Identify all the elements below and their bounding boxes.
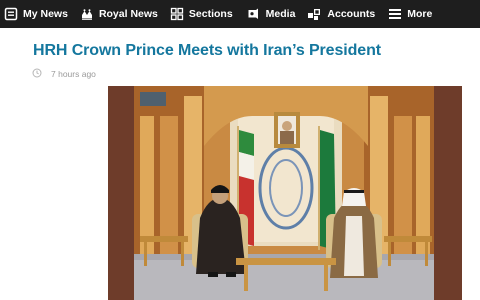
article-headline[interactable]: HRH Crown Prince Meets with Iran’s Presi… [33, 42, 381, 60]
top-navigation-bar: My News Royal News Sections Media Accoun… [0, 0, 480, 28]
article-photo[interactable] [108, 86, 462, 300]
nav-sections-label: Sections [188, 8, 233, 20]
nav-accounts[interactable]: Accounts [307, 0, 375, 28]
nav-media[interactable]: Media [247, 0, 296, 28]
article-meta: 7 hours ago [32, 68, 96, 80]
hamburger-menu-icon [388, 7, 402, 21]
media-icon [247, 7, 261, 21]
nav-more-label: More [407, 8, 433, 20]
royal-news-icon [80, 7, 94, 21]
nav-accounts-label: Accounts [327, 8, 376, 20]
accounts-icon [307, 7, 322, 22]
nav-my-news-label: My News [23, 8, 68, 20]
clock-icon [32, 68, 42, 80]
sections-grid-icon [170, 7, 184, 21]
article-timestamp: 7 hours ago [51, 69, 96, 79]
nav-more[interactable]: More [388, 0, 432, 28]
nav-media-label: Media [265, 8, 296, 20]
nav-my-news[interactable]: My News [4, 0, 68, 28]
nav-sections[interactable]: Sections [170, 0, 233, 28]
nav-royal-news[interactable]: Royal News [80, 0, 158, 28]
spa-logo [140, 92, 166, 106]
nav-royal-news-label: Royal News [98, 8, 158, 20]
my-news-icon [4, 7, 18, 21]
